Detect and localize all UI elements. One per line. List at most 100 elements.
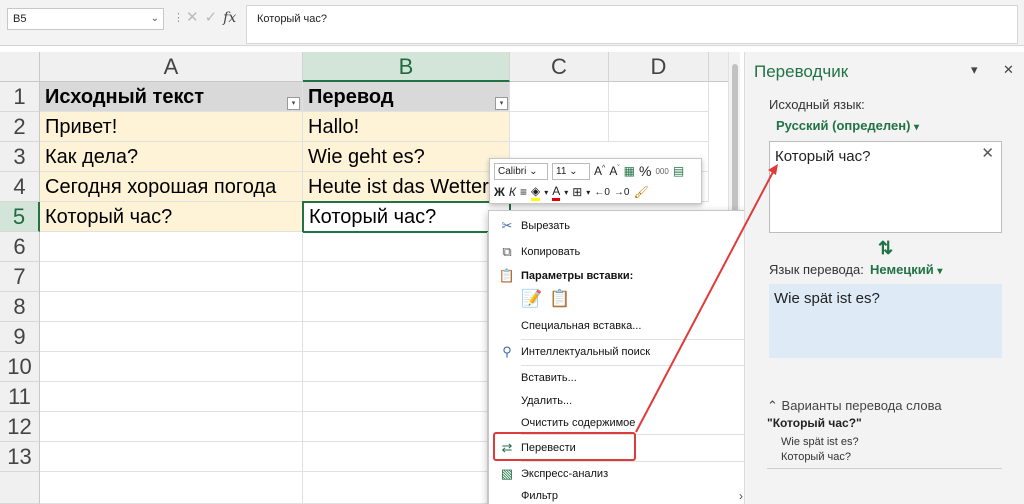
row-header-13[interactable]: 13 (0, 442, 40, 472)
cell-a6[interactable] (40, 232, 303, 262)
increase-decimal-icon[interactable]: ←0 (594, 187, 610, 198)
row-header-11[interactable]: 11 (0, 382, 40, 412)
font-name-select[interactable]: Calibri ⌄ (494, 162, 548, 180)
cell-b14[interactable] (303, 472, 488, 504)
row-header-8[interactable]: 8 (0, 292, 40, 322)
paste-formatting-icon[interactable]: 📝 (521, 289, 542, 311)
row-header-2[interactable]: 2 (0, 112, 40, 142)
fill-color-icon[interactable]: ◈ (530, 184, 541, 201)
swap-languages-icon[interactable]: ⇅ (878, 238, 893, 259)
cell-a13[interactable] (40, 442, 303, 472)
cell-b2[interactable]: Hallo! (303, 112, 510, 142)
source-language-select[interactable]: Русский (определен) ▾ (776, 118, 919, 133)
cell-a3[interactable]: Как дела? (40, 142, 303, 172)
cell-b4[interactable]: Heute ist das Wetter (303, 172, 510, 202)
insert-function-icon[interactable]: fx (223, 10, 236, 26)
column-header-d[interactable]: D (609, 52, 709, 82)
cell-b12[interactable] (303, 412, 488, 442)
menu-item-delete[interactable]: Удалить... (489, 389, 751, 413)
decrease-font-icon[interactable]: Aˇ (609, 164, 619, 178)
cell-a11[interactable] (40, 382, 303, 412)
column-header-a[interactable]: A (40, 52, 303, 82)
filter-dropdown-icon[interactable]: ▾ (495, 97, 508, 110)
currency-format-icon[interactable]: ▦ (624, 164, 635, 178)
chevron-down-icon[interactable]: ▾ (544, 188, 548, 197)
menu-item-insert[interactable]: Вставить... (489, 366, 751, 390)
thousands-separator-icon[interactable]: 000 (655, 167, 668, 176)
row-header-12[interactable]: 12 (0, 412, 40, 442)
cell-b11[interactable] (303, 382, 488, 412)
cell-a8[interactable] (40, 292, 303, 322)
menu-item-paste-special[interactable]: Специальная вставка... (489, 314, 751, 338)
menu-item-cut[interactable]: ✂ Вырезать (489, 214, 751, 238)
cell-b1[interactable]: Перевод (303, 82, 510, 112)
pane-options-icon[interactable]: ▾ (971, 62, 978, 78)
cell-a10[interactable] (40, 352, 303, 382)
variant-item[interactable]: Wie spät ist es? (781, 436, 859, 448)
row-header-10[interactable]: 10 (0, 352, 40, 382)
chevron-down-icon[interactable]: ⌄ (151, 9, 159, 29)
formula-input[interactable]: Который час? (246, 5, 1018, 44)
paste-icon[interactable]: 📋 (549, 289, 570, 311)
variant-item[interactable]: Который час? (781, 451, 851, 463)
source-text-input[interactable]: Который час? ✕ (769, 141, 1002, 233)
filter-dropdown-icon[interactable]: ▾ (287, 97, 300, 110)
bold-button[interactable]: Ж (494, 185, 505, 199)
cell-b10[interactable] (303, 352, 488, 382)
cell-d1[interactable] (609, 82, 709, 112)
cell-c1[interactable] (510, 82, 609, 112)
cell-a14[interactable] (40, 472, 303, 504)
chevron-down-icon[interactable]: ▾ (564, 188, 568, 197)
cell-a4[interactable]: Сегодня хорошая погода (40, 172, 303, 202)
close-icon[interactable]: ✕ (1003, 62, 1014, 78)
row-header-4[interactable]: 4 (0, 172, 40, 202)
font-color-icon[interactable]: A (552, 184, 561, 201)
cell-b8[interactable] (303, 292, 488, 322)
borders-icon[interactable]: ⊞ (572, 185, 582, 199)
menu-item-filter[interactable]: Фильтр › (489, 484, 751, 504)
cell-b6[interactable] (303, 232, 488, 262)
font-size-select[interactable]: 11 ⌄ (552, 162, 590, 180)
cell-a2[interactable]: Привет! (40, 112, 303, 142)
menu-item-smart-lookup[interactable]: ⚲ Интеллектуальный поиск (489, 340, 751, 364)
select-all-corner[interactable] (0, 52, 40, 82)
cell-b7[interactable] (303, 262, 488, 292)
cell-b5-active[interactable]: Который час? (302, 201, 511, 233)
decrease-decimal-icon[interactable]: →0 (614, 187, 630, 198)
scroll-thumb[interactable] (732, 64, 738, 224)
target-language-select[interactable]: Немецкий ▾ (870, 262, 942, 277)
column-header-e[interactable] (709, 52, 729, 82)
row-header-6[interactable]: 6 (0, 232, 40, 262)
row-header-3[interactable]: 3 (0, 142, 40, 172)
column-header-b[interactable]: B (303, 52, 510, 82)
italic-button[interactable]: К (509, 185, 516, 199)
menu-item-quick-analysis[interactable]: ▧ Экспресс-анализ (489, 462, 751, 486)
cell-d2[interactable] (609, 112, 709, 142)
cell-a9[interactable] (40, 322, 303, 352)
row-header-1[interactable]: 1 (0, 82, 40, 112)
row-header-14[interactable] (0, 472, 40, 504)
column-header-c[interactable]: C (510, 52, 609, 82)
variants-header[interactable]: ⌃ Варианты перевода слова (767, 398, 942, 414)
cell-a7[interactable] (40, 262, 303, 292)
format-painter-icon[interactable]: 🖌 (633, 185, 648, 199)
percent-format-icon[interactable]: % (639, 163, 651, 179)
cell-a12[interactable] (40, 412, 303, 442)
cancel-icon[interactable]: ✕ (186, 9, 205, 26)
row-header-7[interactable]: 7 (0, 262, 40, 292)
clear-icon[interactable]: ✕ (981, 144, 994, 162)
cell-b9[interactable] (303, 322, 488, 352)
cell-a5[interactable]: Который час? (40, 202, 303, 232)
chevron-down-icon[interactable]: ▾ (586, 188, 590, 197)
format-table-icon[interactable]: ▤ (673, 164, 684, 178)
cell-a1[interactable]: Исходный текст (40, 82, 303, 112)
align-center-icon[interactable]: ≡ (520, 185, 527, 199)
cell-b13[interactable] (303, 442, 488, 472)
drag-handle-icon[interactable]: ⋮ (173, 11, 184, 24)
row-header-9[interactable]: 9 (0, 322, 40, 352)
cell-c2[interactable] (510, 112, 609, 142)
cell-b3[interactable]: Wie geht es? (303, 142, 510, 172)
row-header-5[interactable]: 5 (0, 202, 40, 232)
name-box[interactable]: B5 ⌄ (7, 8, 164, 30)
check-icon[interactable]: ✓ (205, 9, 224, 26)
